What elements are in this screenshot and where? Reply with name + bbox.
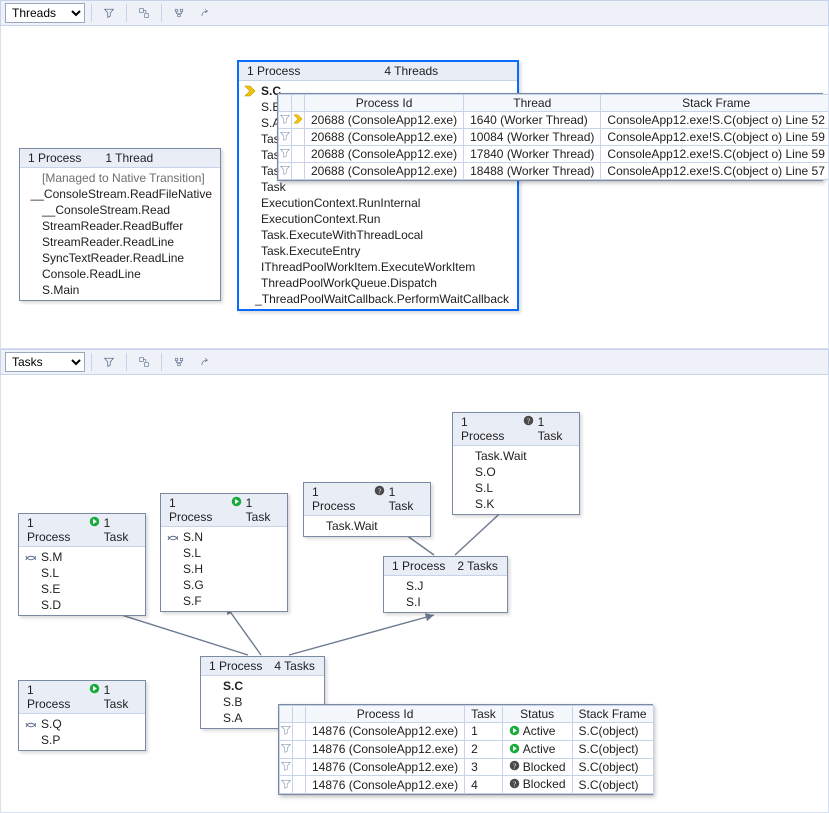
node-header-proc: 1 Process (28, 151, 81, 165)
node-header-thr: 4 Threads (384, 64, 438, 78)
expand-all-icon[interactable] (133, 2, 155, 24)
filter-icon[interactable] (98, 2, 120, 24)
table-row: 14876 (ConsoleApp12.exe)4?BlockedS.C(obj… (280, 776, 654, 794)
breakpoint-icon (23, 717, 37, 731)
filter-icon[interactable] (98, 351, 120, 373)
table-row: 20688 (ConsoleApp12.exe) 18488 (Worker T… (279, 163, 829, 180)
table-row: 20688 (ConsoleApp12.exe) 17840 (Worker T… (279, 146, 829, 163)
threads-node-left[interactable]: 1 Process 1 Thread [Managed to Native Tr… (19, 148, 221, 301)
tasks-toolbar: Tasks (0, 349, 829, 375)
play-icon (89, 516, 100, 544)
tasks-detail-grid[interactable]: Process Id Task Status Stack Frame 14876… (278, 704, 653, 795)
current-frame-arrow-icon (243, 84, 257, 98)
threads-detail-grid[interactable]: Process Id Thread Stack Frame 20688 (Con… (277, 93, 823, 181)
play-icon (89, 683, 100, 711)
expand-all-icon[interactable] (133, 351, 155, 373)
task-node[interactable]: 1 Process 2 Tasks S.J S.I (383, 556, 508, 613)
question-icon: ? (523, 415, 534, 443)
auto-arrange-icon[interactable] (194, 351, 216, 373)
view-select[interactable]: Tasks (5, 352, 85, 372)
table-row: 20688 (ConsoleApp12.exe) 1640 (Worker Th… (279, 112, 829, 129)
tasks-canvas: 1 Process 1 Task S.M S.L S.E S.D 1 Proce… (0, 375, 829, 813)
threads-canvas: 1 Process 1 Thread [Managed to Native Tr… (0, 26, 829, 349)
toggle-method-view-icon[interactable] (168, 351, 190, 373)
svg-text:?: ? (513, 762, 516, 771)
question-icon: ? (374, 485, 385, 513)
breakpoint-icon (165, 530, 179, 544)
table-row: 14876 (ConsoleApp12.exe)2ActiveS.C(objec… (280, 740, 654, 758)
task-node[interactable]: 1 Process 1 Task S.Q S.P (18, 680, 146, 751)
auto-arrange-icon[interactable] (194, 2, 216, 24)
table-row: 20688 (ConsoleApp12.exe) 10084 (Worker T… (279, 129, 829, 146)
task-node[interactable]: 1 Process 1 Task S.N S.L S.H S.G S.F (160, 493, 288, 612)
play-icon (231, 496, 242, 524)
task-node[interactable]: 1 Process 1 Task S.M S.L S.E S.D (18, 513, 146, 616)
view-select[interactable]: Threads (5, 3, 85, 23)
svg-text:?: ? (378, 486, 381, 495)
task-node[interactable]: 1 Process ? 1 Task Task.Wait S.O S.L S.K (452, 412, 580, 515)
svg-text:?: ? (513, 780, 516, 789)
threads-toolbar: Threads (0, 0, 829, 26)
node-header-thr: 1 Thread (105, 151, 153, 165)
table-row: 14876 (ConsoleApp12.exe)1ActiveS.C(objec… (280, 723, 654, 741)
table-row: 14876 (ConsoleApp12.exe)3?BlockedS.C(obj… (280, 758, 654, 776)
node-header-proc: 1 Process (247, 64, 300, 78)
toggle-method-view-icon[interactable] (168, 2, 190, 24)
breakpoint-icon (23, 550, 37, 564)
svg-text:?: ? (527, 416, 530, 425)
task-node[interactable]: 1 Process ? 1 Task Task.Wait (303, 482, 431, 537)
